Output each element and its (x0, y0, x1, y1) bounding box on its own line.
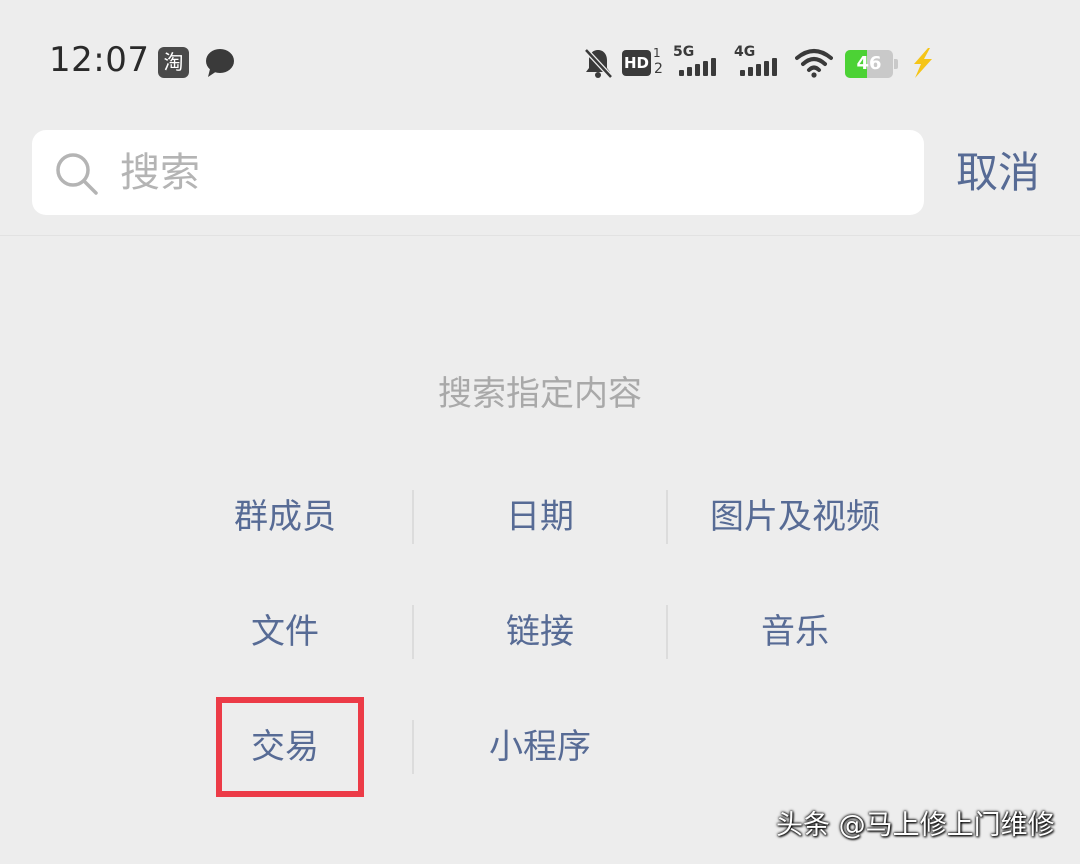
column-divider (412, 490, 414, 544)
hd-voice-icon: HD 1 2 (622, 46, 666, 80)
signal-5g-icon: 5G (673, 44, 723, 78)
hd-sim-2: 2 (654, 61, 663, 77)
column-divider (412, 720, 414, 774)
chat-icon (206, 49, 234, 77)
mute-icon (584, 48, 613, 79)
filter-group-members[interactable]: 群成员 (158, 492, 412, 542)
status-bar: 12:07 淘 HD 1 2 5G 4G 46 (0, 0, 1080, 120)
column-divider (666, 605, 668, 659)
battery-icon: 46 (845, 50, 899, 78)
signal-4g-icon: 4G (734, 44, 784, 78)
filter-links[interactable]: 链接 (413, 607, 667, 657)
search-icon (56, 153, 98, 195)
charging-icon (914, 48, 932, 78)
header-divider (0, 235, 1080, 236)
search-input[interactable]: 搜索 (32, 130, 924, 215)
filter-date[interactable]: 日期 (413, 492, 667, 542)
column-divider (412, 605, 414, 659)
column-divider (666, 490, 668, 544)
network-type-4g: 4G (734, 44, 756, 60)
search-scope-title: 搜索指定内容 (438, 374, 642, 414)
network-type-5g: 5G (673, 44, 695, 60)
filter-mini-programs[interactable]: 小程序 (413, 722, 667, 772)
hd-label: HD (622, 50, 651, 76)
filter-music[interactable]: 音乐 (668, 607, 922, 657)
filter-files[interactable]: 文件 (158, 607, 412, 657)
battery-level: 46 (856, 53, 882, 74)
search-placeholder: 搜索 (120, 150, 200, 196)
highlight-annotation (216, 697, 364, 797)
filter-images-videos[interactable]: 图片及视频 (668, 492, 922, 542)
watermark: 头条 @马上修上门维修 (776, 810, 1055, 841)
hd-sim-1: 1 (653, 46, 661, 60)
status-time: 12:07 (49, 40, 150, 80)
wifi-icon (795, 49, 833, 78)
taobao-icon: 淘 (158, 47, 189, 78)
cancel-button[interactable]: 取消 (956, 146, 1040, 200)
